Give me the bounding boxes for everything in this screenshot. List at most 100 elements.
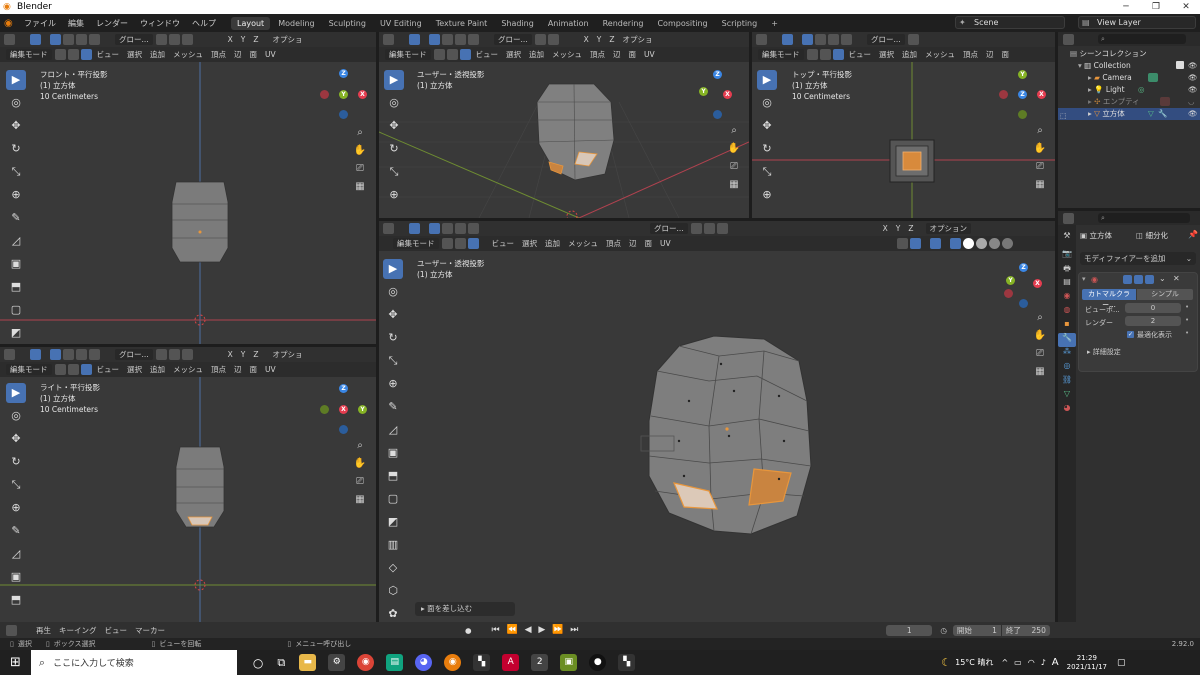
zoom-icon[interactable]: ⌕: [1033, 311, 1047, 325]
menu-vertex[interactable]: 頂点: [207, 364, 230, 375]
start-frame-field[interactable]: 開始 1: [952, 624, 1001, 636]
pan-hand-icon[interactable]: ✋: [353, 144, 367, 158]
gizmo-z-icon[interactable]: Z: [1019, 263, 1028, 272]
close-button[interactable]: ✕: [1172, 0, 1200, 14]
settings-icon[interactable]: ⚙: [328, 654, 346, 671]
viewport-user-main[interactable]: グロー... X Y Z オプション 編集モード ビュー 選択 追加 メッシュ …: [379, 221, 1055, 622]
snap-icon[interactable]: [547, 34, 559, 45]
editor-type-icon[interactable]: [383, 223, 394, 234]
scale-tool-icon[interactable]: ⤡: [6, 475, 26, 495]
mode-subtract-icon[interactable]: [76, 34, 87, 45]
menu-edge[interactable]: 辺: [230, 49, 246, 60]
move-tool-icon[interactable]: ✥: [6, 116, 26, 136]
chrome-icon[interactable]: ◉: [357, 654, 375, 671]
playback-controls[interactable]: ⏮ ⏪ ◀ ▶ ⏩ ⏭: [492, 625, 581, 635]
visibility-eye-icon[interactable]: 👁: [1188, 108, 1198, 120]
menu-select[interactable]: 選択: [502, 49, 525, 60]
measure-tool-icon[interactable]: ◿: [6, 544, 26, 564]
discord-icon[interactable]: ◕: [415, 654, 433, 671]
mode-extend-icon[interactable]: [63, 34, 74, 45]
outliner-item-cube[interactable]: ▸ ▽ 立方体 ▽ 🔧 👁: [1058, 108, 1200, 120]
tab-scripting[interactable]: Scripting: [716, 17, 764, 30]
add-cube-tool-icon[interactable]: ▣: [6, 254, 26, 274]
task-view-icon[interactable]: ⧉: [277, 656, 285, 670]
app-icon-screenshot[interactable]: ▚: [618, 654, 636, 671]
face-select-icon[interactable]: [80, 49, 92, 60]
mirror-x[interactable]: X: [224, 35, 237, 44]
keying-menu[interactable]: キーイング: [55, 625, 101, 636]
overlay-toggle-icon[interactable]: [929, 238, 941, 249]
menu-select[interactable]: 選択: [518, 238, 541, 249]
transform-orientation-dropdown[interactable]: グロー...: [867, 34, 905, 45]
gizmo-z-icon[interactable]: Z: [339, 384, 348, 393]
annotate-tool-icon[interactable]: ✎: [383, 397, 403, 417]
current-frame-field[interactable]: 1: [886, 624, 933, 636]
menu-view[interactable]: ビュー: [93, 364, 124, 375]
gizmo-z-icon[interactable]: Z: [713, 70, 722, 79]
outliner-scene-collection[interactable]: ▤ シーンコレクション: [1058, 48, 1200, 60]
move-tool-icon[interactable]: ✥: [384, 116, 404, 136]
gizmo-y-icon[interactable]: Y: [699, 87, 708, 96]
tool-tab-icon[interactable]: ⚒: [1058, 231, 1076, 245]
playback-menu[interactable]: 再生: [32, 625, 55, 636]
last-operation-panel[interactable]: ▸ 面を差し込む: [415, 602, 515, 616]
ime-indicator[interactable]: A: [1052, 657, 1059, 668]
angular-icon[interactable]: A: [502, 654, 520, 671]
gizmo-x-icon[interactable]: X: [723, 90, 732, 99]
menu-add[interactable]: 追加: [525, 49, 548, 60]
viewport-levels-field[interactable]: 0: [1125, 303, 1181, 313]
vertex-select-icon[interactable]: [433, 49, 445, 60]
loop-cut-tool-icon[interactable]: ▥: [383, 535, 403, 555]
mode-extend-icon[interactable]: [815, 34, 826, 45]
network-icon[interactable]: ▭: [1014, 658, 1022, 667]
mirror-x[interactable]: X: [224, 350, 237, 359]
options-dropdown[interactable]: オプショ: [619, 34, 657, 45]
gizmo-neg-z-icon[interactable]: [1019, 299, 1028, 308]
gizmo-y-icon[interactable]: Y: [1018, 70, 1027, 79]
chevron-down-icon[interactable]: ⌄: [1159, 274, 1166, 283]
menu-select[interactable]: 選択: [123, 49, 146, 60]
options-dropdown[interactable]: オプショ: [269, 349, 307, 360]
mirror-z[interactable]: Z: [904, 224, 917, 233]
face-select-icon[interactable]: [467, 238, 479, 249]
gizmo-neg-x-icon[interactable]: [1004, 289, 1013, 298]
select-box-icon[interactable]: [30, 349, 41, 360]
mirror-y[interactable]: Y: [593, 35, 606, 44]
keyframe-dot-icon[interactable]: •: [1185, 316, 1189, 324]
snap-icon[interactable]: [703, 223, 715, 234]
extrude-tool-icon[interactable]: ⬒: [6, 277, 26, 297]
select-box-icon[interactable]: [30, 34, 41, 45]
menu-view[interactable]: ビュー: [845, 49, 876, 60]
xray-toggle-icon[interactable]: [949, 238, 961, 249]
mode-intersect-icon[interactable]: [468, 34, 479, 45]
gizmo-neg-x-icon[interactable]: [999, 90, 1008, 99]
tab-animation[interactable]: Animation: [542, 17, 595, 30]
menu-uv[interactable]: UV: [656, 239, 675, 248]
menu-face[interactable]: 面: [246, 49, 262, 60]
shading-solid-icon[interactable]: [975, 238, 987, 249]
mirror-z[interactable]: Z: [605, 35, 618, 44]
menu-select[interactable]: 選択: [123, 364, 146, 375]
camera-view-icon[interactable]: ⎚: [1033, 347, 1047, 361]
pivot-icon[interactable]: [690, 223, 702, 234]
mode-dropdown[interactable]: 編集モード: [393, 238, 439, 249]
timeline-view-menu[interactable]: ビュー: [101, 625, 132, 636]
face-select-icon[interactable]: [832, 49, 844, 60]
menu-edge[interactable]: 辺: [230, 364, 246, 375]
edge-select-icon[interactable]: [446, 49, 458, 60]
tab-shading[interactable]: Shading: [495, 17, 540, 30]
move-tool-icon[interactable]: ✥: [757, 116, 777, 136]
perspective-toggle-icon[interactable]: ▦: [1033, 365, 1047, 379]
blender-taskbar-icon[interactable]: ◉: [444, 654, 462, 671]
menu-file[interactable]: ファイル: [18, 18, 62, 29]
menu-face[interactable]: 面: [998, 49, 1014, 60]
shading-wireframe-icon[interactable]: [962, 238, 974, 249]
menu-render[interactable]: レンダー: [90, 18, 134, 29]
gizmo-x-icon[interactable]: X: [1037, 90, 1046, 99]
outliner-search-input[interactable]: ⌕: [1098, 34, 1186, 44]
notification-icon[interactable]: ▢: [1117, 658, 1126, 668]
render-tab-icon[interactable]: 📷: [1058, 249, 1076, 263]
camera-view-icon[interactable]: ⎚: [727, 160, 741, 174]
render-levels-field[interactable]: 2: [1125, 316, 1181, 326]
scene-tab-icon[interactable]: ◉: [1058, 291, 1076, 305]
